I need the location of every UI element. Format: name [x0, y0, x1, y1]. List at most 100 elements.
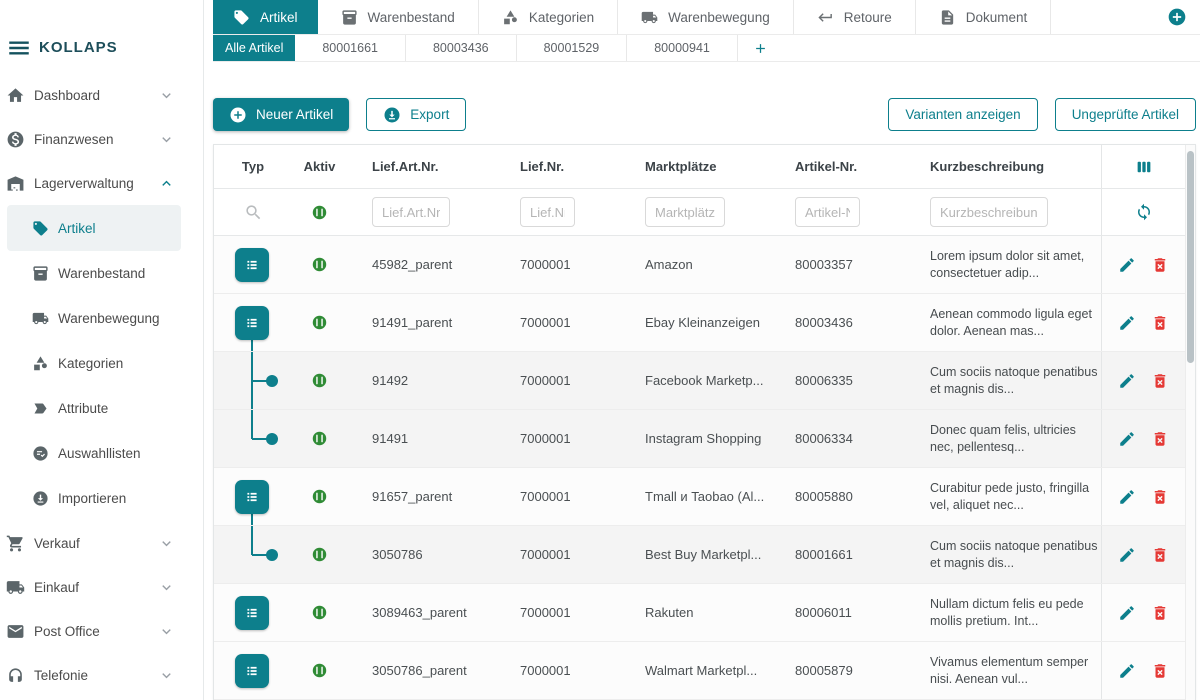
- delete-icon[interactable]: [1151, 256, 1169, 274]
- sidebar-item-auswahllisten[interactable]: Auswahllisten: [7, 431, 181, 476]
- delete-icon[interactable]: [1151, 314, 1169, 332]
- sidebar-item-warenbewegung[interactable]: Warenbewegung: [7, 296, 181, 341]
- unchecked-articles-button[interactable]: Ungeprüfte Artikel: [1055, 98, 1196, 131]
- active-toggle-icon[interactable]: [311, 488, 328, 505]
- menu-icon[interactable]: [6, 35, 32, 61]
- active-toggle-icon[interactable]: [311, 430, 328, 447]
- row-actions-cell: [1101, 526, 1195, 583]
- header-actions-cell: [1101, 145, 1195, 188]
- subtab-label: 80003436: [433, 41, 489, 55]
- tab-label: Artikel: [260, 10, 298, 25]
- tab-label: Kategorien: [529, 10, 594, 25]
- sidebar-item-dashboard[interactable]: Dashboard: [0, 73, 203, 117]
- sidebar-item-artikel[interactable]: Artikel: [7, 205, 181, 251]
- delete-icon[interactable]: [1151, 372, 1169, 390]
- edit-icon[interactable]: [1118, 546, 1136, 564]
- filter-kurzbeschreibung-input[interactable]: [930, 197, 1048, 227]
- truck-icon: [6, 578, 25, 597]
- edit-icon[interactable]: [1118, 314, 1136, 332]
- edit-icon[interactable]: [1118, 256, 1136, 274]
- active-toggle-icon[interactable]: [311, 604, 328, 621]
- lief-art-nr-cell: 91492: [347, 373, 495, 388]
- filter-row: [214, 189, 1195, 236]
- show-variants-button[interactable]: Varianten anzeigen: [888, 98, 1037, 131]
- sidebar-item-finanzwesen[interactable]: Finanzwesen: [0, 117, 203, 161]
- filter-artikel-nr-input[interactable]: [795, 197, 860, 227]
- subtab-alle-artikel[interactable]: Alle Artikel: [213, 35, 295, 61]
- sidebar-item-warenbestand[interactable]: Warenbestand: [7, 251, 181, 296]
- article-type-button[interactable]: [235, 596, 269, 630]
- tab-kategorien[interactable]: Kategorien: [479, 0, 618, 34]
- active-toggle-icon[interactable]: [311, 546, 328, 563]
- active-toggle-icon[interactable]: [311, 256, 328, 273]
- sidebar-item-einkauf[interactable]: Einkauf: [0, 565, 203, 609]
- edit-icon[interactable]: [1118, 372, 1136, 390]
- tab-warenbestand[interactable]: Warenbestand: [318, 0, 479, 34]
- sidebar-item-telefonie[interactable]: Telefonie: [0, 653, 203, 697]
- kurzbeschreibung-cell: Nullam dictum felis eu pede mollis preti…: [930, 596, 1101, 630]
- edit-icon[interactable]: [1118, 430, 1136, 448]
- tab-artikel[interactable]: Artikel: [213, 0, 318, 34]
- tab-dokument[interactable]: Dokument: [916, 0, 1052, 34]
- refresh-icon[interactable]: [1135, 203, 1153, 221]
- table-scrollbar: [1185, 145, 1195, 700]
- sidebar-item-kategorien[interactable]: Kategorien: [7, 341, 181, 386]
- artikel-nr-cell: 80003436: [770, 315, 905, 330]
- doc-icon: [939, 9, 956, 26]
- active-toggle-icon[interactable]: [311, 314, 328, 331]
- sidebar-item-lagerverwaltung[interactable]: Lagerverwaltung: [0, 161, 203, 205]
- tree-node-dot: [266, 433, 278, 445]
- article-type-button[interactable]: [235, 306, 269, 340]
- active-status-cell: [292, 546, 347, 563]
- checklist-icon: [32, 445, 49, 462]
- delete-icon[interactable]: [1151, 430, 1169, 448]
- tab-retoure[interactable]: Retoure: [794, 0, 916, 34]
- subtab-80003436[interactable]: 80003436: [406, 35, 517, 61]
- new-article-button[interactable]: Neuer Artikel: [213, 98, 349, 131]
- active-filter-toggle[interactable]: [292, 204, 347, 221]
- table-body: 45982_parent 7000001 Amazon 80003357 Lor…: [214, 236, 1195, 700]
- secondary-tabbar: Alle Artikel80001661 80003436 800015298000…: [213, 35, 1200, 62]
- lief-art-nr-cell: 3089463_parent: [347, 605, 495, 620]
- tab-warenbewegung[interactable]: Warenbewegung: [618, 0, 794, 34]
- delete-icon[interactable]: [1151, 546, 1169, 564]
- warehouse-icon: [6, 174, 25, 193]
- edit-icon[interactable]: [1118, 604, 1136, 622]
- search-icon: [214, 203, 292, 222]
- delete-icon[interactable]: [1151, 662, 1169, 680]
- filter-marktplaetze-input[interactable]: [645, 197, 725, 227]
- scrollbar-thumb[interactable]: [1187, 151, 1194, 363]
- sidebar-nav: DashboardFinanzwesenLagerverwaltungArtik…: [0, 73, 203, 697]
- marktplatz-cell: Tmall и Taobao (Al...: [620, 489, 770, 504]
- filter-lief-art-nr-input[interactable]: [372, 197, 450, 227]
- add-tab-icon[interactable]: [1167, 7, 1187, 27]
- subtab-80001661[interactable]: 80001661: [295, 35, 406, 61]
- export-button[interactable]: Export: [366, 98, 466, 131]
- edit-icon[interactable]: [1118, 488, 1136, 506]
- app-root: KOLLAPS DashboardFinanzwesenLagerverwalt…: [0, 0, 1200, 700]
- article-type-button[interactable]: [235, 654, 269, 688]
- add-article-tab-icon[interactable]: [738, 35, 783, 61]
- article-type-button[interactable]: [235, 248, 269, 282]
- marktplatz-cell: Facebook Marketp...: [620, 373, 770, 388]
- delete-icon[interactable]: [1151, 488, 1169, 506]
- subtab-80000941[interactable]: 80000941: [627, 35, 738, 61]
- type-cell: [214, 526, 292, 583]
- sidebar-item-attribute[interactable]: Attribute: [7, 386, 181, 431]
- marktplatz-cell: Rakuten: [620, 605, 770, 620]
- marktplatz-cell: Instagram Shopping: [620, 431, 770, 446]
- delete-icon[interactable]: [1151, 604, 1169, 622]
- active-toggle-icon[interactable]: [311, 662, 328, 679]
- filter-lief-nr-input[interactable]: [520, 197, 575, 227]
- edit-icon[interactable]: [1118, 662, 1136, 680]
- article-type-button[interactable]: [235, 480, 269, 514]
- active-toggle-icon[interactable]: [311, 372, 328, 389]
- sidebar-item-importieren[interactable]: Importieren: [7, 476, 181, 521]
- sidebar-item-verkauf[interactable]: Verkauf: [0, 521, 203, 565]
- columns-icon[interactable]: [1135, 158, 1153, 176]
- type-cell: [214, 584, 292, 641]
- subtab-80001529[interactable]: 80001529: [517, 35, 628, 61]
- sidebar-item-post-office[interactable]: Post Office: [0, 609, 203, 653]
- lief-nr-cell: 7000001: [495, 431, 620, 446]
- table-row: 91657_parent 7000001 Tmall и Taobao (Al.…: [214, 468, 1195, 526]
